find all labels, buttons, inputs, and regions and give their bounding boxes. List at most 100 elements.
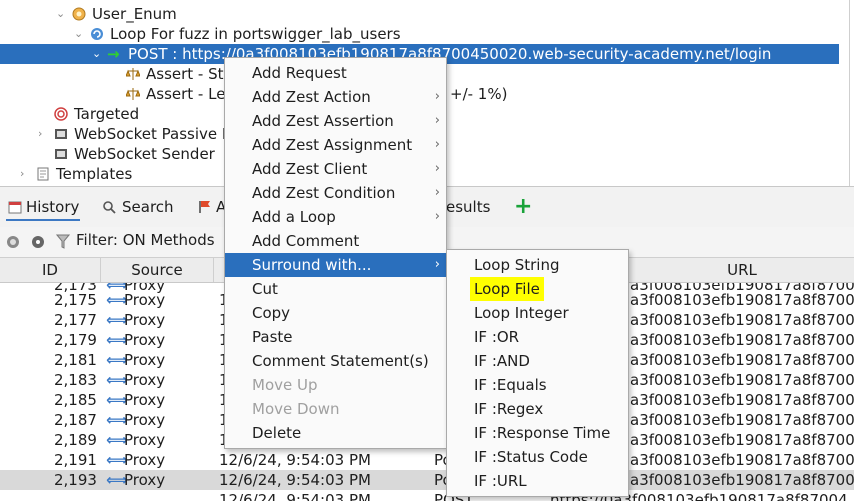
menu-label: IF :Response Time [474, 424, 611, 442]
submenu-item-loop-integer[interactable]: Loop Integer [447, 301, 628, 325]
menu-item-add-zest-assertion[interactable]: Add Zest Assertion › [225, 109, 446, 133]
submenu-item-if-or[interactable]: IF :OR [447, 325, 628, 349]
submenu-item-if-url[interactable]: IF :URL [447, 469, 628, 493]
menu-item-paste[interactable]: Paste [225, 325, 446, 349]
menu-item-add-zest-action[interactable]: Add Zest Action › [225, 85, 446, 109]
submenu-item-if-response-time[interactable]: IF :Response Time [447, 421, 628, 445]
column-header-source[interactable]: Source [101, 258, 214, 282]
menu-item-copy[interactable]: Copy [225, 301, 446, 325]
menu-item-add-a-loop[interactable]: Add a Loop › [225, 205, 446, 229]
cell-time: 12/6/24, 9:54:03 PM [219, 491, 371, 501]
menu-label: Add Zest Client [252, 160, 368, 178]
submenu-arrow-icon: › [434, 209, 440, 224]
websocket-icon [55, 129, 67, 139]
menu-label: IF :Regex [474, 400, 544, 418]
tab-history[interactable]: History [6, 195, 80, 221]
target-icon [54, 107, 68, 121]
submenu-arrow-icon: › [434, 137, 440, 152]
submenu-item-if-regex[interactable]: IF :Regex [447, 397, 628, 421]
calendar-icon [8, 201, 22, 214]
tab-results[interactable]: esults [446, 195, 496, 219]
chevron-down-icon[interactable]: ⌄ [74, 24, 83, 44]
tree-node-loop[interactable]: ⌄ Loop For fuzz in portswigger_lab_users [0, 24, 854, 44]
tree-label-loop: Loop For fuzz in portswigger_lab_users [110, 25, 401, 43]
submenu-item-loop-string[interactable]: Loop String [447, 253, 628, 277]
chevron-right-icon[interactable]: › [20, 164, 24, 184]
balance-scale-icon [126, 88, 140, 100]
cell-id: 2,187 [54, 411, 97, 429]
surround-with-submenu: Loop String Loop File Loop Integer IF :O… [446, 249, 629, 497]
column-header-url[interactable]: URL [630, 258, 854, 282]
context-menu: Add Request Add Zest Action › Add Zest As… [224, 57, 447, 449]
submenu-arrow-icon: › [434, 113, 440, 128]
menu-item-comment-statements[interactable]: Comment Statement(s) [225, 349, 446, 373]
tree-label-templates: Templates [56, 165, 133, 183]
menu-label: IF :Equals [474, 376, 547, 394]
menu-item-add-zest-condition[interactable]: Add Zest Condition › [225, 181, 446, 205]
cell-id: 2,185 [54, 391, 97, 409]
menu-label: Copy [252, 304, 291, 322]
menu-item-add-zest-client[interactable]: Add Zest Client › [225, 157, 446, 181]
cell-id: 2,189 [54, 431, 97, 449]
submenu-arrow-icon: › [434, 89, 440, 104]
cell-id: 2,177 [54, 311, 97, 329]
submenu-item-if-equals[interactable]: IF :Equals [447, 373, 628, 397]
menu-item-cut[interactable]: Cut [225, 277, 446, 301]
submenu-item-if-and[interactable]: IF :AND [447, 349, 628, 373]
cell-url: a3f008103efb190817a8f87004 [630, 331, 854, 349]
submenu-item-if-status-code[interactable]: IF :Status Code [447, 445, 628, 469]
balance-scale-icon [126, 68, 140, 80]
column-header-id[interactable]: ID [0, 258, 101, 282]
cell-url: a3f008103efb190817a8f87004 [630, 391, 854, 409]
cell-url: a3f008103efb190817a8f87004 [630, 471, 854, 489]
cell-id: 2,191 [54, 451, 97, 469]
add-tab-button[interactable]: + [514, 195, 534, 219]
menu-item-add-zest-assignment[interactable]: Add Zest Assignment › [225, 133, 446, 157]
record-icon[interactable] [6, 235, 20, 249]
cell-url: a3f008103efb190817a8f87004 [630, 291, 854, 309]
chevron-down-icon[interactable]: ⌄ [56, 4, 65, 24]
cell-source: Proxy [124, 391, 166, 409]
table-row-selected[interactable]: 2,193 ⟺ Proxy 12/6/24, 9:54:03 PM Po a3f… [0, 470, 854, 490]
chevron-down-icon[interactable]: ⌄ [92, 44, 101, 64]
tree-node-user-enum[interactable]: ⌄ User_Enum [0, 4, 854, 24]
menu-item-add-request[interactable]: Add Request [225, 61, 446, 85]
flag-icon [199, 201, 210, 213]
cell-url: a3f008103efb190817a8f87004 [630, 351, 854, 369]
document-icon [37, 167, 49, 181]
filter-label[interactable]: Filter: ON Methods [76, 231, 215, 249]
table-row[interactable]: 2,191 ⟺ Proxy 12/6/24, 9:54:03 PM Po a3f… [0, 450, 854, 470]
menu-label: IF :URL [474, 472, 527, 490]
tree-label-assert-length: Assert - Le [146, 85, 226, 103]
cell-url: a3f008103efb190817a8f87004 [630, 311, 854, 329]
cell-source: Proxy [124, 471, 166, 489]
menu-item-move-up: Move Up [225, 373, 446, 397]
cell-source: Proxy [124, 451, 166, 469]
menu-item-delete[interactable]: Delete [225, 421, 446, 445]
tab-search[interactable]: Search [100, 195, 180, 219]
menu-label: Add Comment [252, 232, 360, 250]
tree-label-websocket-sender: WebSocket Sender [74, 145, 215, 163]
menu-item-move-down: Move Down [225, 397, 446, 421]
filter-icon[interactable] [56, 234, 70, 250]
tab-results-label: esults [446, 198, 491, 216]
chevron-right-icon[interactable]: › [38, 124, 42, 144]
submenu-item-loop-file[interactable]: Loop File [447, 277, 628, 301]
plus-icon: + [514, 194, 533, 219]
menu-label: Delete [252, 424, 302, 442]
scope-icon[interactable] [31, 235, 45, 249]
table-row[interactable]: 12/6/24, 9:54:03 PM POST https://0a3f008… [0, 490, 854, 501]
menu-item-surround-with[interactable]: Surround with... › [225, 253, 446, 277]
menu-label: Move Up [252, 376, 318, 394]
menu-label: IF :AND [474, 352, 530, 370]
menu-item-add-comment[interactable]: Add Comment [225, 229, 446, 253]
tree-label-targeted: Targeted [74, 105, 140, 123]
tab-alerts[interactable]: A [196, 195, 226, 219]
tree-label-websocket-passive: WebSocket Passive I [74, 125, 227, 143]
script-icon [72, 7, 86, 21]
menu-label: Comment Statement(s) [252, 352, 429, 370]
cell-source: Proxy [124, 331, 166, 349]
submenu-arrow-icon: › [434, 257, 440, 272]
cell-time: 12/6/24, 9:54:03 PM [219, 451, 371, 469]
menu-label: IF :Status Code [474, 448, 588, 466]
